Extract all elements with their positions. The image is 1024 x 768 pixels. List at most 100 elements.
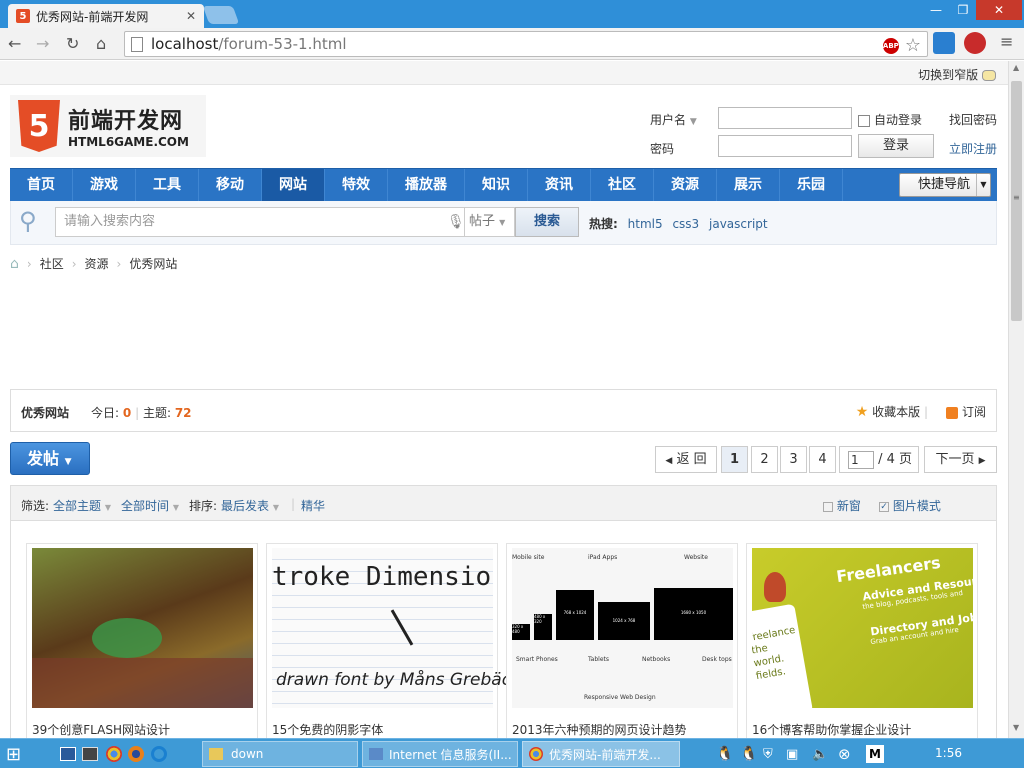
search-input[interactable]: 请输入搜索内容: [55, 207, 465, 237]
nav-item[interactable]: 资源: [654, 169, 717, 201]
thread-thumbnail[interactable]: [32, 548, 253, 708]
network-icon[interactable]: ▣: [786, 741, 798, 767]
sort-select[interactable]: 最后发表 ▼: [221, 497, 279, 514]
breadcrumb-item[interactable]: 资源: [85, 255, 109, 272]
nav-item[interactable]: 知识: [465, 169, 528, 201]
qq-icon[interactable]: 🐧: [716, 741, 733, 767]
forward-icon[interactable]: →: [36, 34, 49, 53]
breadcrumb-item[interactable]: 社区: [40, 255, 64, 272]
back-icon[interactable]: ←: [8, 34, 21, 53]
search-type-select[interactable]: 帖子 ▼: [465, 207, 515, 237]
server-manager-icon[interactable]: [60, 747, 76, 761]
quick-nav-button[interactable]: 快捷导航 ▼: [899, 173, 991, 197]
close-tab-icon[interactable]: ✕: [184, 9, 198, 23]
windows-start-icon[interactable]: ⊞: [6, 741, 21, 767]
nav-item[interactable]: 播放器: [388, 169, 465, 201]
adblock-icon[interactable]: ABP: [882, 37, 899, 54]
new-window-toggle[interactable]: 新窗: [823, 497, 861, 514]
username-input[interactable]: [718, 107, 852, 129]
page-jump-input[interactable]: 1: [848, 450, 874, 469]
filter-all-time[interactable]: 全部时间 ▼: [121, 497, 179, 514]
nav-item-active[interactable]: 网站: [262, 169, 325, 201]
taskbar-item-chrome[interactable]: 优秀网站-前端开发...: [522, 741, 680, 767]
minimize-icon[interactable]: —: [922, 0, 950, 20]
subscribe-link[interactable]: 订阅: [946, 403, 986, 420]
action-center-icon[interactable]: ⊗: [838, 741, 851, 767]
extension-screen-icon[interactable]: [933, 32, 955, 54]
digest-link[interactable]: 精华: [301, 497, 325, 514]
switch-width-link[interactable]: 切换到窄版: [918, 66, 996, 83]
new-tab-button[interactable]: [202, 6, 240, 24]
bookmark-star-icon[interactable]: ☆: [905, 35, 921, 56]
post-button[interactable]: 发帖 ▼: [10, 442, 90, 475]
auto-login[interactable]: 自动登录: [858, 111, 922, 128]
nav-item[interactable]: 乐园: [780, 169, 843, 201]
microphone-icon[interactable]: 🎙: [447, 214, 465, 230]
menu-icon[interactable]: ≡: [1000, 32, 1013, 51]
hot-link[interactable]: css3: [672, 217, 699, 231]
username-label[interactable]: 用户名 ▼: [650, 111, 697, 128]
find-password-link[interactable]: 找回密码: [949, 111, 997, 128]
ie-icon[interactable]: [151, 746, 167, 762]
nav-item[interactable]: 工具: [136, 169, 199, 201]
nav-item[interactable]: 资讯: [528, 169, 591, 201]
register-link[interactable]: 立即注册: [949, 140, 997, 157]
nav-item[interactable]: 特效: [325, 169, 388, 201]
browser-tab[interactable]: 5 优秀网站-前端开发网 ✕: [8, 4, 204, 28]
thread-card[interactable]: 39个创意FLASH网站设计: [26, 543, 258, 738]
taskbar-item-iis[interactable]: Internet 信息服务(II...: [362, 741, 518, 767]
hot-link[interactable]: html5: [628, 217, 663, 231]
firefox-icon[interactable]: [128, 746, 144, 762]
thread-thumbnail[interactable]: Freelancers Advice and Resourc the blog,…: [752, 548, 973, 708]
scroll-up-icon[interactable]: ▲: [1013, 63, 1019, 72]
thread-title[interactable]: 15个免费的阴影字体: [272, 721, 383, 738]
thread-title[interactable]: 2013年六种预期的网页设计趋势: [512, 721, 687, 738]
security-icon[interactable]: ⛨: [763, 741, 773, 767]
search-button[interactable]: 搜索: [515, 207, 579, 237]
home-icon[interactable]: ⌂: [10, 256, 19, 272]
page-scrollbar[interactable]: ▲ ≡ ▼: [1008, 61, 1024, 738]
thread-card[interactable]: Mobile site iPad Apps Website 320 x 480 …: [506, 543, 738, 738]
thread-title[interactable]: 39个创意FLASH网站设计: [32, 721, 170, 738]
thread-card[interactable]: troke Dimensio drawn font by Måns Grebäc…: [266, 543, 511, 738]
image-mode-toggle[interactable]: ✓ 图片模式: [879, 497, 941, 514]
site-logo[interactable]: 5 前端开发网 HTML6GAME.COM: [10, 95, 206, 157]
extension-power-icon[interactable]: [964, 32, 986, 54]
hot-link[interactable]: javascript: [709, 217, 768, 231]
favorite-link[interactable]: ★ 收藏本版 |: [856, 403, 928, 420]
reload-icon[interactable]: ↻: [66, 34, 79, 53]
scroll-down-icon[interactable]: ▼: [1013, 723, 1019, 732]
new-window-checkbox[interactable]: [823, 501, 833, 512]
login-button[interactable]: 登录: [858, 134, 934, 158]
qq-icon[interactable]: 🐧: [740, 741, 757, 767]
nav-item[interactable]: 社区: [591, 169, 654, 201]
nav-item[interactable]: 移动: [199, 169, 262, 201]
thread-card[interactable]: Freelancers Advice and Resourc the blog,…: [746, 543, 978, 738]
password-input[interactable]: [718, 135, 852, 157]
back-button[interactable]: ◀ 返 回: [655, 446, 717, 473]
ime-icon[interactable]: M: [866, 745, 884, 763]
restore-icon[interactable]: ❐: [950, 0, 976, 20]
chrome-icon[interactable]: [106, 746, 122, 762]
home-icon[interactable]: ⌂: [96, 34, 106, 53]
nav-item[interactable]: 首页: [10, 169, 73, 201]
nav-item[interactable]: 游戏: [73, 169, 136, 201]
volume-icon[interactable]: 🔈: [812, 741, 828, 767]
next-page-button[interactable]: 下一页 ▶: [924, 446, 997, 473]
page-link[interactable]: 3: [780, 446, 807, 473]
image-mode-checkbox[interactable]: ✓: [879, 501, 889, 512]
auto-login-checkbox[interactable]: [858, 114, 870, 127]
page-link-current[interactable]: 1: [721, 446, 748, 473]
clock[interactable]: 1:56: [935, 746, 962, 760]
filter-all-topics[interactable]: 全部主题 ▼: [53, 497, 111, 514]
thread-thumbnail[interactable]: troke Dimensio drawn font by Måns Grebäc: [272, 548, 511, 708]
breadcrumb-item[interactable]: 优秀网站: [129, 255, 177, 272]
page-link[interactable]: 2: [751, 446, 778, 473]
close-window-icon[interactable]: ✕: [976, 0, 1022, 20]
page-link[interactable]: 4: [809, 446, 836, 473]
thread-title[interactable]: 16个博客帮助你掌握企业设计: [752, 721, 911, 738]
address-bar[interactable]: localhost/forum-53-1.html ABP ☆: [124, 31, 928, 57]
desktop-icon[interactable]: [82, 747, 98, 761]
taskbar-item-folder[interactable]: down: [202, 741, 358, 767]
scrollbar-thumb[interactable]: ≡: [1011, 81, 1022, 321]
